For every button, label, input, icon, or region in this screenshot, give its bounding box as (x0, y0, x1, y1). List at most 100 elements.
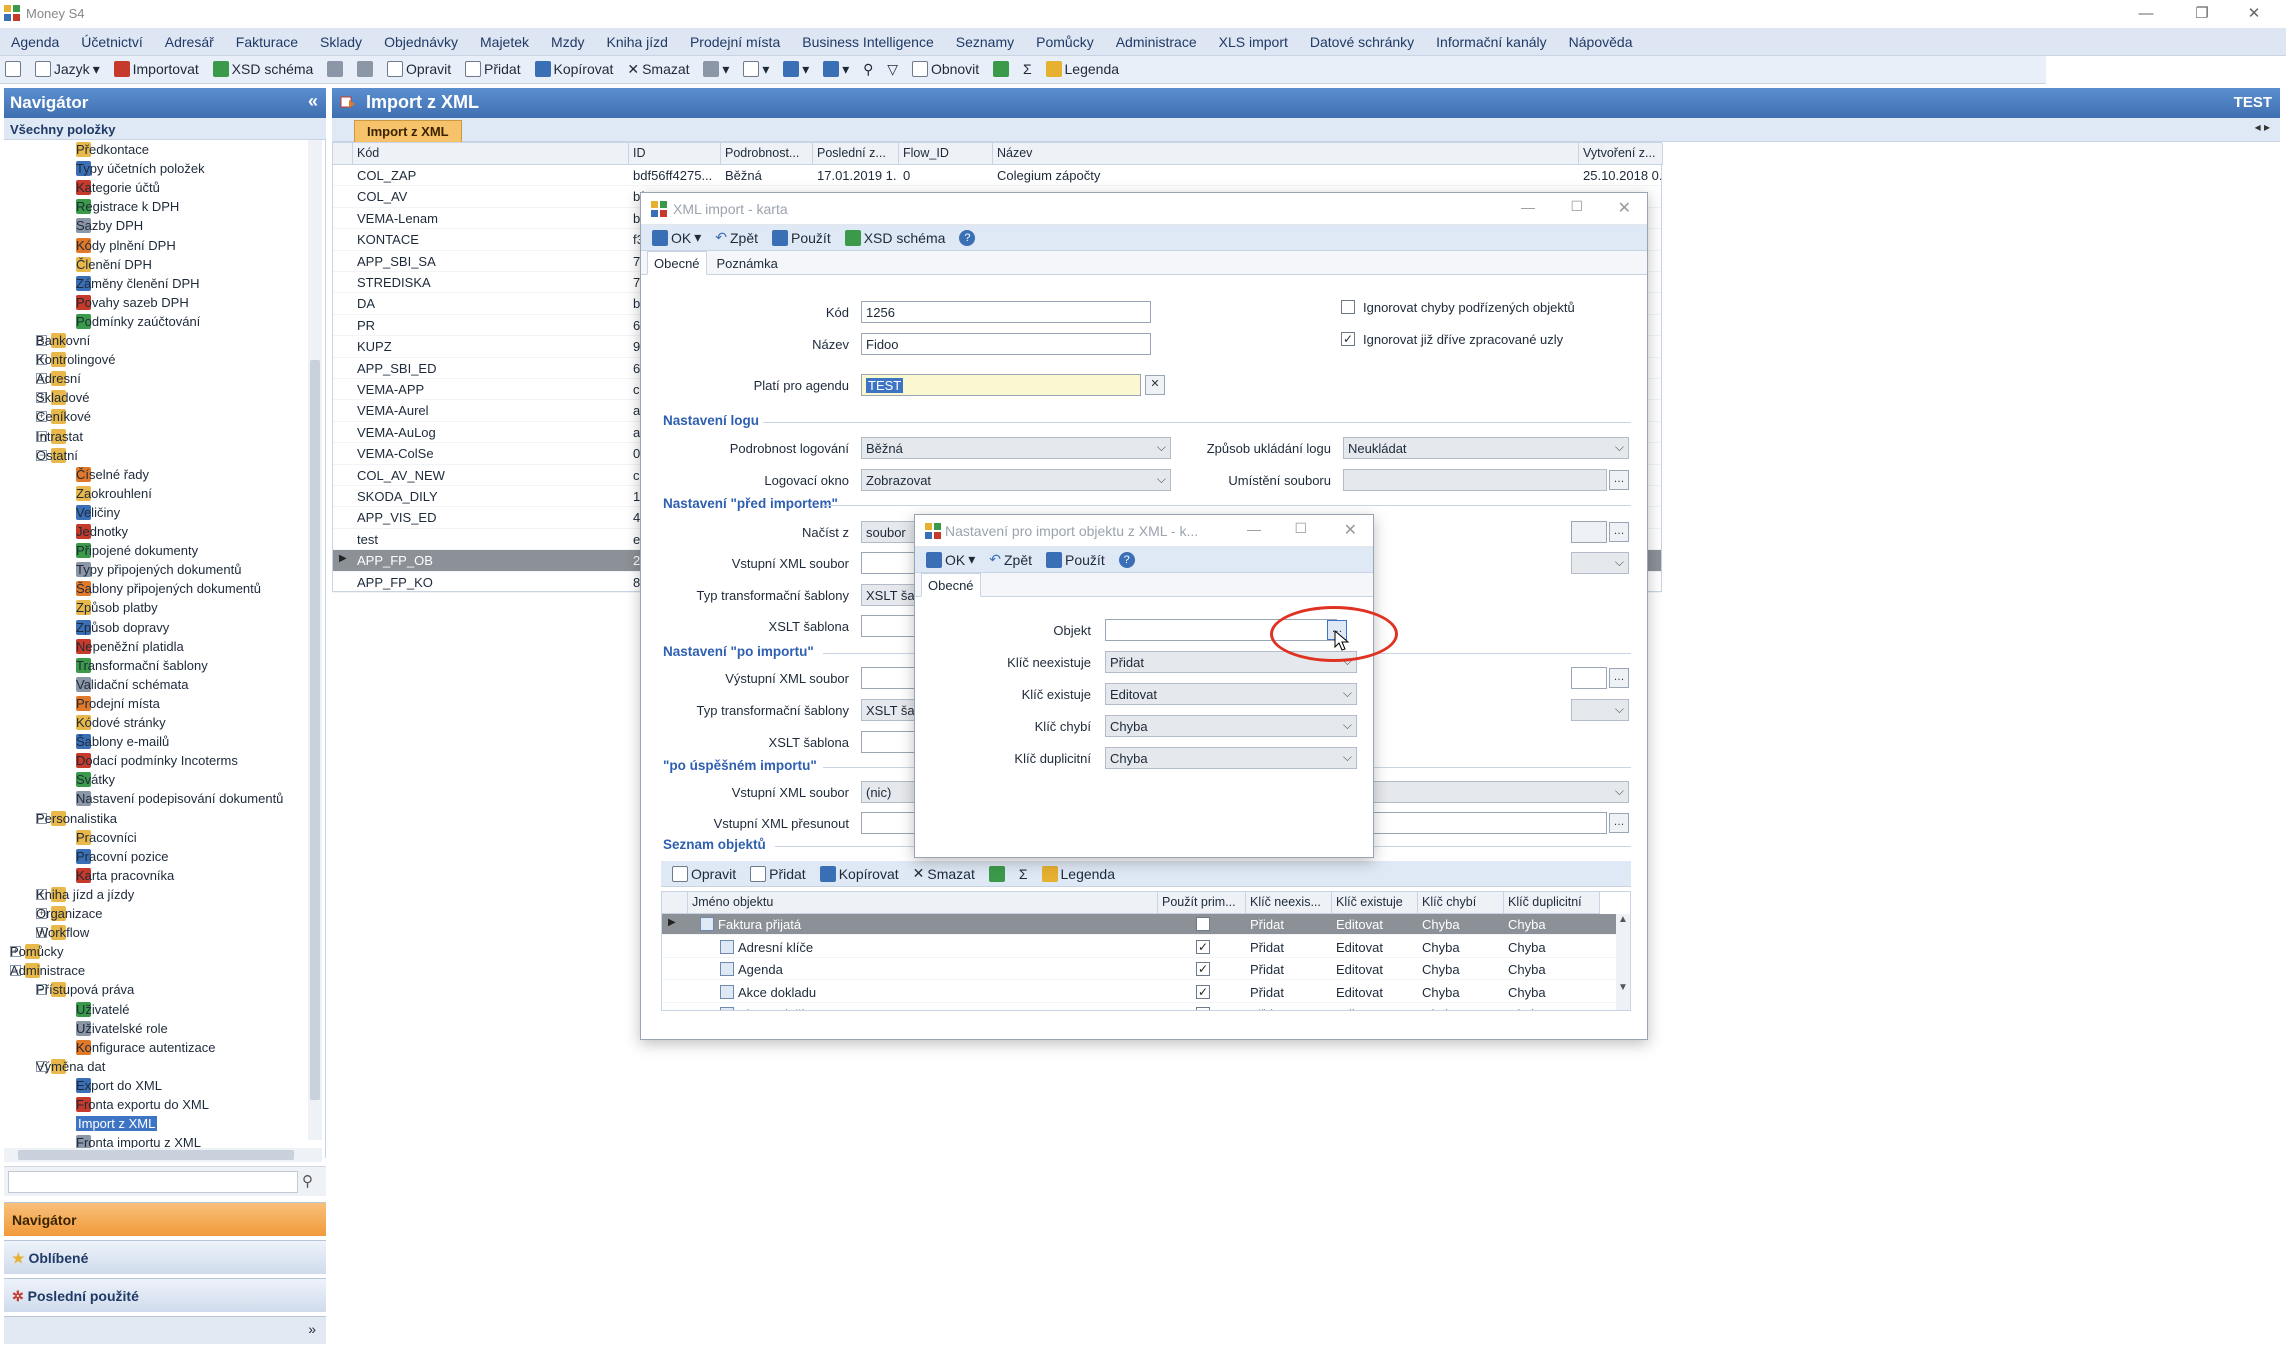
column-header[interactable]: Klíč duplicitní (1504, 892, 1600, 914)
agenda-input[interactable]: TEST (861, 374, 1141, 396)
tree-node[interactable]: Jednotky (76, 522, 128, 541)
more-buttons-icon[interactable]: » (308, 1321, 316, 1337)
menu-item[interactable]: Informační kanály (1425, 28, 1558, 56)
ok-button[interactable]: OK ▾ (921, 547, 980, 573)
maximize-button[interactable]: ☐ (1294, 520, 1307, 537)
name-input[interactable]: Fidoo (861, 333, 1151, 355)
close-button[interactable]: ✕ (1618, 198, 1631, 218)
find-button[interactable]: ⚲ (858, 56, 878, 82)
file-location-input[interactable] (1343, 469, 1607, 491)
log-detail-select[interactable]: Běžná ⌵ (861, 437, 1171, 459)
tree-node[interactable]: + Workflow (36, 923, 89, 942)
tree-node[interactable]: Typy připojených dokumentů (76, 560, 241, 579)
tree-node[interactable]: Karta pracovníka (76, 866, 174, 885)
ignore-processed-checkbox[interactable]: ✓ (1341, 332, 1355, 346)
tree-node[interactable]: Číselné řady (76, 465, 149, 484)
tree-node[interactable]: Povahy sazeb DPH (76, 293, 189, 312)
tree-node[interactable]: Pracovní pozice (76, 847, 169, 866)
language-dropdown[interactable]: Jazyk ▾ (30, 56, 105, 82)
sum-button[interactable]: Σ (1014, 861, 1033, 887)
search-icon[interactable]: ⚲ (302, 1172, 313, 1190)
log-window-select[interactable]: Zobrazovat ⌵ (861, 469, 1171, 491)
excel-button[interactable] (988, 56, 1014, 82)
collapse-navigator-icon[interactable]: « (308, 91, 318, 112)
tab-note[interactable]: Poznámka (710, 252, 783, 276)
table-row[interactable]: ▶ Faktura přijatá Přidat Editovat Chyba Chyba (662, 914, 1630, 936)
column-header[interactable]: Klíč existuje (1332, 892, 1418, 914)
tree-node[interactable]: − Administrace (10, 961, 85, 980)
apply-button[interactable]: Použít (767, 225, 836, 251)
navigator-vertical-scrollbar[interactable] (308, 140, 322, 1140)
menu-item[interactable]: Mzdy (540, 28, 595, 56)
add-button[interactable]: Přidat (460, 56, 526, 82)
menu-item[interactable]: Objednávky (373, 28, 469, 56)
table-row[interactable]: COL_ZAP bdf56ff4275... Běžná 17.01.2019 1..… (333, 165, 1661, 187)
tab-general[interactable]: Obecné (921, 573, 981, 597)
menu-item[interactable]: Datové schránky (1299, 28, 1425, 56)
help-button[interactable]: ? (954, 225, 980, 251)
tree-node[interactable]: Zaokrouhlení (76, 484, 152, 503)
log-save-select[interactable]: Neukládat ⌵ (1343, 437, 1629, 459)
tree-node[interactable]: + Pomůcky (10, 942, 63, 961)
clear-agenda-button[interactable]: ✕ (1145, 375, 1165, 395)
table-row[interactable]: Akce položky ✓ Přidat Editovat Chyba Chyba (662, 1004, 1630, 1010)
tree-node[interactable]: Připojené dokumenty (76, 541, 198, 560)
maximize-button[interactable]: ❐ (2182, 2, 2222, 26)
edit-object-button[interactable]: Opravit (667, 861, 741, 887)
tree-node[interactable]: Export do XML (76, 1076, 162, 1095)
objects-scrollbar[interactable]: ▲ ▼ (1616, 914, 1630, 1010)
tab-import-xml[interactable]: Import z XML (354, 120, 462, 142)
table-row[interactable]: Agenda ✓ Přidat Editovat Chyba Chyba (662, 959, 1630, 981)
tree-node[interactable]: Kategorie účtů (76, 178, 160, 197)
legend-button[interactable]: Legenda (1037, 861, 1121, 887)
tree-node[interactable]: Typy účetních položek (76, 159, 205, 178)
tab-general[interactable]: Obecné (647, 251, 707, 275)
tab-scroll-arrows[interactable]: ◂ ▸ (2255, 120, 2270, 134)
tree-node[interactable]: + Kniha jízd a jízdy (36, 885, 134, 904)
tree-node[interactable]: Transformační šablony (76, 656, 208, 675)
tree-node[interactable]: Způsob dopravy (76, 618, 169, 637)
apply-button[interactable]: Použít (1041, 547, 1110, 573)
close-button[interactable]: ✕ (2234, 2, 2274, 26)
menu-item[interactable]: Účetnictví (70, 28, 153, 56)
ignore-child-errors-checkbox[interactable] (1341, 300, 1355, 314)
tree-node[interactable]: Import z XML (76, 1114, 158, 1133)
browse-button[interactable]: … (1609, 470, 1629, 490)
key-absent-select[interactable]: Chyba ⌵ (1105, 715, 1357, 737)
favorites-button[interactable]: ★ Oblíbené (4, 1240, 326, 1274)
table-row[interactable]: Akce dokladu ✓ Přidat Editovat Chyba Chyba (662, 982, 1630, 1003)
maximize-button[interactable]: ☐ (1570, 198, 1583, 215)
export-button[interactable]: ▾ (778, 56, 814, 82)
use-primary-checkbox[interactable] (1196, 917, 1210, 931)
tree-node[interactable]: Svátky (76, 770, 115, 789)
tree-node[interactable]: Členění DPH (76, 255, 152, 274)
print-button[interactable]: ▾ (698, 56, 734, 82)
tree-node[interactable]: − Výměna dat (36, 1057, 105, 1076)
column-header[interactable]: Flow_ID (899, 143, 993, 165)
tree-node[interactable]: Šablony připojených dokumentů (76, 579, 261, 598)
grid-button[interactable] (322, 56, 348, 82)
browse-button[interactable]: … (1609, 813, 1629, 833)
minimize-button[interactable]: — (1521, 199, 1535, 215)
navigator-tab-button[interactable]: Navigátor (4, 1202, 326, 1236)
column-header[interactable]: Použít prim... (1158, 892, 1246, 914)
tree-node[interactable]: Nastavení podepisování dokumentů (76, 789, 283, 808)
tree-node[interactable]: + Ceníkové (36, 407, 91, 426)
column-header[interactable]: Klíč neexis... (1246, 892, 1332, 914)
navigator-search-input[interactable] (8, 1171, 298, 1193)
tree-node[interactable]: Uživatelé (76, 1000, 129, 1019)
load-path-input[interactable] (1571, 521, 1607, 543)
recent-button[interactable]: ✲ Poslední použité (4, 1278, 326, 1312)
tree-node[interactable]: Způsob platby (76, 598, 158, 617)
tree-node[interactable]: Dodací podmínky Incoterms (76, 751, 238, 770)
menu-item[interactable]: XLS import (1208, 28, 1299, 56)
back-button[interactable]: ↶ Zpět (710, 225, 763, 251)
column-header[interactable]: Klíč chybí (1418, 892, 1504, 914)
tree-node[interactable]: Pracovníci (76, 828, 137, 847)
tree-node[interactable]: Prodejní místa (76, 694, 160, 713)
menu-item[interactable]: Nápověda (1558, 28, 1644, 56)
filter-button[interactable]: ▽ (882, 56, 903, 82)
scrollbar-thumb[interactable] (18, 1150, 294, 1160)
use-primary-checkbox[interactable]: ✓ (1196, 1007, 1210, 1010)
tree-node[interactable]: Validační schémata (76, 675, 189, 694)
